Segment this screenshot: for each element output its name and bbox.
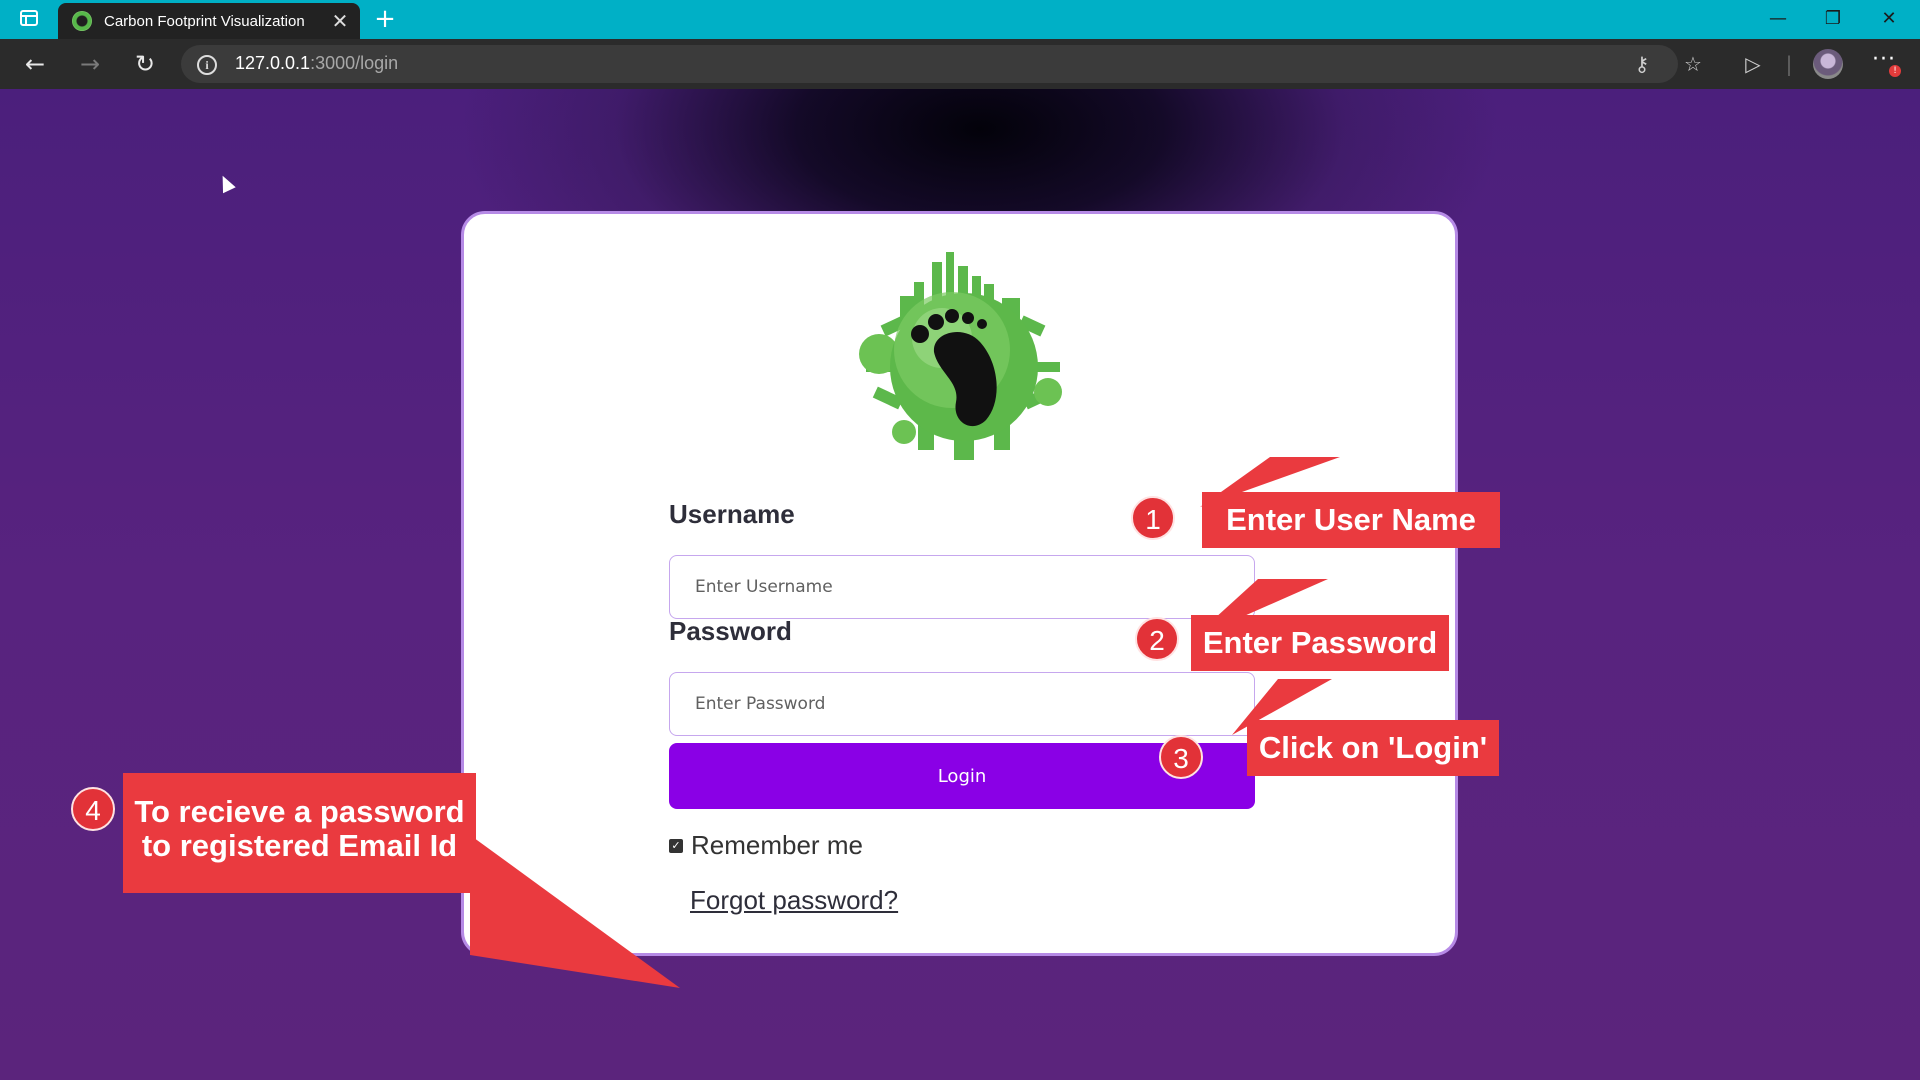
mouse-cursor-icon (216, 172, 236, 194)
forgot-password-link[interactable]: Forgot password? (690, 885, 898, 916)
key-icon[interactable]: ⚷ (1627, 49, 1657, 79)
address-bar[interactable]: i 127.0.0.1:3000/login ⚷ (181, 45, 1678, 83)
tab-close-icon[interactable]: ✕ (326, 9, 354, 33)
toolbar-divider: | (1785, 52, 1793, 76)
step-2-number: 2 (1135, 617, 1179, 661)
username-label: Username (669, 499, 795, 529)
new-tab-icon[interactable]: + (370, 4, 400, 34)
password-label: Password (669, 616, 792, 646)
browser-titlebar: Carbon Footprint Visualization ✕ + — ❐ ✕ (0, 0, 1920, 39)
callout-4: To recieve a password to registered Emai… (123, 773, 476, 893)
forward-arrow-icon[interactable]: → (75, 49, 105, 79)
callout-1: Enter User Name (1202, 492, 1500, 548)
login-page: Username Password Login ✓ Remember me Fo… (0, 89, 1920, 1080)
remember-label: Remember me (691, 830, 863, 860)
callout-3: Click on 'Login' (1247, 720, 1499, 776)
window-restore-icon[interactable]: ❐ (1810, 6, 1856, 32)
window-close-icon[interactable]: ✕ (1866, 6, 1912, 32)
callout-4-line2: to registered Email Id (141, 828, 458, 863)
step-1-number: 1 (1131, 496, 1175, 540)
url-text: 127.0.0.1:3000/login (235, 53, 399, 73)
favorites-star-icon[interactable]: ☆ (1678, 49, 1708, 79)
back-arrow-icon[interactable]: ← (20, 49, 50, 79)
callout-4-pointer (470, 835, 680, 988)
carbon-footprint-logo-icon (859, 252, 1062, 460)
remember-me[interactable]: ✓ Remember me (669, 830, 863, 861)
tab-actions-icon[interactable] (20, 10, 38, 26)
browser-tab-active[interactable]: Carbon Footprint Visualization ✕ (58, 3, 360, 39)
carbon-favicon-icon (72, 11, 92, 31)
step-3-number: 3 (1159, 735, 1203, 779)
window-minimize-icon[interactable]: — (1755, 6, 1801, 32)
password-input[interactable] (669, 672, 1255, 736)
step-4-number: 4 (71, 787, 115, 831)
callout-2: Enter Password (1191, 615, 1449, 671)
refresh-icon[interactable]: ↻ (130, 49, 160, 79)
notification-badge-icon: ! (1889, 65, 1901, 77)
site-info-icon[interactable]: i (197, 55, 217, 75)
profile-avatar[interactable] (1813, 49, 1843, 79)
username-input[interactable] (669, 555, 1255, 619)
callout-4-line1: To recieve a password (134, 794, 465, 829)
tab-title: Carbon Footprint Visualization (104, 12, 305, 30)
browser-toolbar: ← → ↻ i 127.0.0.1:3000/login ⚷ ☆ ▷ | ···… (0, 39, 1920, 89)
media-play-icon[interactable]: ▷ (1738, 49, 1768, 79)
